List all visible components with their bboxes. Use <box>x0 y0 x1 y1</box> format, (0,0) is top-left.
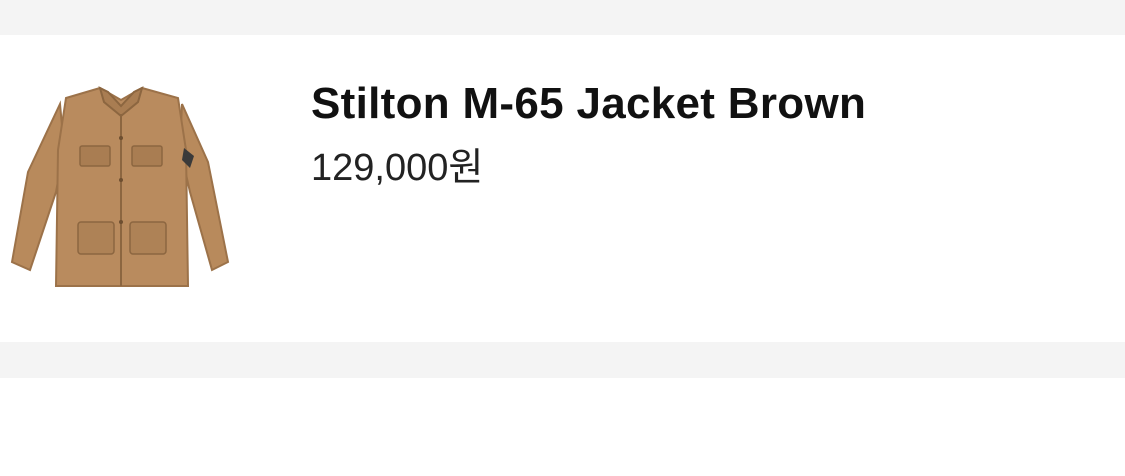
product-thumbnail[interactable] <box>8 52 234 292</box>
top-divider-band <box>0 0 1125 35</box>
product-price: 129,000원 <box>311 147 484 189</box>
bottom-divider-band <box>0 342 1125 378</box>
product-title[interactable]: Stilton M-65 Jacket Brown <box>311 79 866 128</box>
jacket-icon <box>10 86 230 287</box>
page: Stilton M-65 Jacket Brown 129,000원 <box>0 0 1125 476</box>
